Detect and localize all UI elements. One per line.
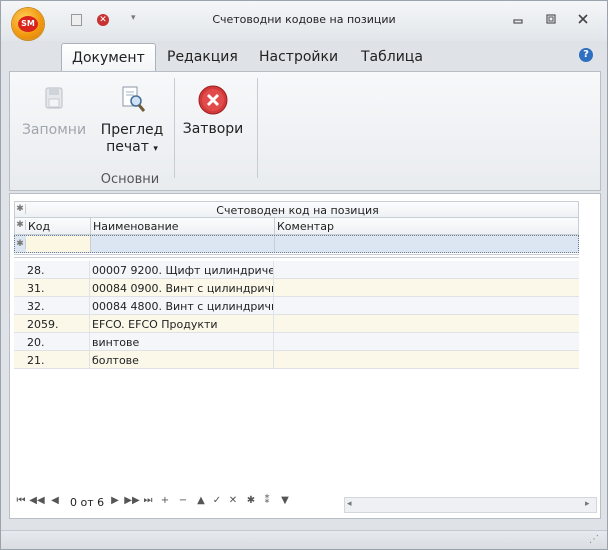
column-header-row: ✱ Код Наименование Коментар (14, 218, 579, 235)
column-header-comment[interactable]: Коментар (275, 218, 578, 234)
resize-grip-icon[interactable]: ⋰ (589, 534, 599, 545)
table-row[interactable]: 32. 00084 4800. Винт с цилиндрична (14, 297, 579, 315)
tab-settings[interactable]: Настройки (249, 43, 348, 72)
cell-code[interactable]: 2059. (25, 315, 90, 332)
preview-label-line1: Преглед (100, 122, 164, 138)
band-header: ✱ Счетоводен код на позиция (14, 201, 579, 218)
first-record-button[interactable]: ⏮ (15, 495, 27, 506)
save-icon (45, 87, 63, 109)
save-button[interactable]: Запомни (18, 84, 90, 138)
close-label: Затвори (182, 121, 244, 137)
cell-comment[interactable] (274, 315, 577, 332)
cell-name[interactable]: 00084 4800. Винт с цилиндрична (90, 297, 274, 314)
new-item-row[interactable]: ✱ (14, 235, 579, 253)
new-row-name-cell[interactable] (91, 236, 275, 252)
table-row[interactable]: 21. болтове (14, 351, 579, 369)
close-window-button[interactable] (576, 13, 590, 27)
close-icon (578, 14, 588, 24)
grid-panel: ✱ Счетоводен код на позиция ✱ Код Наимен… (9, 193, 601, 519)
cell-code[interactable]: 20. (25, 333, 90, 350)
cell-name[interactable]: EFCO. EFCO Продукти (90, 315, 274, 332)
refresh-button[interactable]: ✱ (245, 495, 257, 506)
cell-name[interactable]: 00007 9200. Щифт цилиндричен (90, 261, 274, 278)
append-record-button[interactable]: + (159, 495, 171, 506)
record-count: 0 от 6 (70, 496, 105, 509)
prev-page-button[interactable]: ◀◀ (29, 495, 45, 506)
bookmark-button[interactable]: ⁑ (261, 495, 273, 506)
filter-button[interactable]: ▼ (279, 495, 291, 506)
title-bar: SM ✕ ▾ Счетоводни кодове на позиции (1, 1, 607, 41)
table-row[interactable]: 20. винтове (14, 333, 579, 351)
save-label: Запомни (21, 122, 87, 138)
print-preview-button[interactable]: Преглед печат ▾ (96, 84, 168, 155)
next-page-button[interactable]: ▶▶ (124, 495, 140, 506)
column-header-code[interactable]: Код (26, 218, 91, 234)
close-circle-icon (198, 85, 228, 115)
ribbon-separator (174, 78, 175, 178)
band-header-label: Счетоводен код на позиция (216, 204, 379, 217)
row-separator (14, 254, 579, 258)
record-navigator: ⏮ ◀◀ ◀ 0 от 6 ▶ ▶▶ ⏭ + − ▲ ✓ ✕ ✱ ⁑ ▼ (9, 491, 349, 513)
maximize-button[interactable] (544, 13, 558, 27)
main-window: SM ✕ ▾ Счетоводни кодове на позиции Доку… (0, 0, 608, 550)
help-icon[interactable]: ? (579, 48, 593, 62)
table-row[interactable]: 31. 00084 0900. Винт с цилиндрична (14, 279, 579, 297)
last-record-button[interactable]: ⏭ (142, 495, 154, 506)
ribbon-group-end (257, 78, 258, 178)
tab-table[interactable]: Таблица (351, 43, 433, 72)
cell-comment[interactable] (274, 297, 577, 314)
tab-document[interactable]: Документ (61, 43, 156, 72)
next-record-button[interactable]: ▶ (109, 495, 121, 506)
header-indicator: ✱ (15, 220, 26, 230)
minimize-button[interactable] (511, 13, 525, 27)
chevron-down-icon: ▾ (153, 144, 158, 154)
print-preview-icon (122, 86, 146, 112)
preview-label-line2: печат ▾ (106, 139, 158, 155)
maximize-icon (546, 14, 556, 24)
cell-name[interactable]: винтове (90, 333, 274, 350)
cancel-edit-button[interactable]: ✕ (227, 495, 239, 506)
horizontal-scrollbar[interactable]: ◂ ▸ (344, 497, 597, 513)
cell-code[interactable]: 31. (25, 279, 90, 296)
status-bar: ⋰ (1, 530, 607, 549)
cell-code[interactable]: 28. (25, 261, 90, 278)
column-header-name[interactable]: Наименование (91, 218, 275, 234)
cell-comment[interactable] (274, 279, 577, 296)
close-document-button[interactable]: Затвори (178, 84, 248, 137)
cell-name[interactable]: 00084 0900. Винт с цилиндрична (90, 279, 274, 296)
cell-comment[interactable] (274, 333, 577, 350)
cell-name[interactable]: болтове (90, 351, 274, 368)
scroll-right-icon[interactable]: ▸ (585, 499, 590, 509)
cell-code[interactable]: 21. (25, 351, 90, 368)
new-row-comment-cell[interactable] (275, 236, 578, 252)
cell-comment[interactable] (274, 351, 577, 368)
table-row[interactable]: 28. 00007 9200. Щифт цилиндричен (14, 261, 579, 279)
new-row-code-cell[interactable] (26, 236, 91, 252)
tab-edit[interactable]: Редакция (157, 43, 248, 72)
scroll-left-icon[interactable]: ◂ (347, 499, 352, 509)
new-row-indicator: ✱ (15, 239, 26, 249)
cell-comment[interactable] (274, 261, 577, 278)
delete-record-button[interactable]: − (177, 495, 189, 506)
ribbon-panel: Запомни Преглед печат ▾ Затвори Основни (9, 71, 601, 191)
prev-record-button[interactable]: ◀ (49, 495, 61, 506)
ribbon-group-caption: Основни (100, 172, 160, 187)
post-record-button[interactable]: ✓ (211, 495, 223, 506)
cell-code[interactable]: 32. (25, 297, 90, 314)
edit-record-button[interactable]: ▲ (195, 495, 207, 506)
minimize-icon (513, 19, 523, 24)
table-row[interactable]: 2059. EFCO. EFCO Продукти (14, 315, 579, 333)
